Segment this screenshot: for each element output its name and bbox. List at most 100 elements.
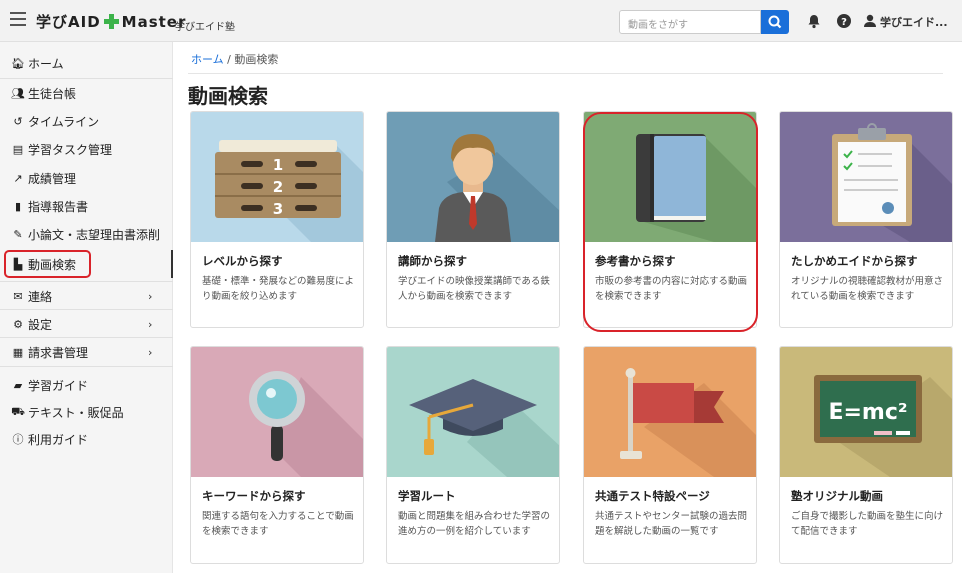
sidebar-item-invoices[interactable]: ▦ 請求書管理 ›: [10, 342, 153, 362]
card-learning-route[interactable]: 学習ルート 動画と問題集を組み合わせた学習の進め方の一例を紹介しています: [386, 346, 560, 564]
blackboard-text: E=mc²: [828, 400, 907, 425]
user-name[interactable]: 学びエイド...: [880, 14, 948, 30]
sidebar-item-label: 成績管理: [28, 171, 77, 186]
user-icon[interactable]: [862, 13, 878, 29]
svg-text:3: 3: [273, 200, 283, 218]
book-open-icon: ▰: [13, 378, 23, 392]
home-icon: 🏠︎: [11, 56, 25, 70]
brand-name: 学びAID: [36, 13, 101, 31]
card-teacher[interactable]: 講師から探す 学びエイドの映像授業講師である鉄人から動画を検索できます: [386, 111, 560, 328]
sidebar-item-label: 利用ガイド: [28, 432, 89, 447]
sidebar-item-label: 学習タスク管理: [28, 142, 113, 157]
sidebar-item-grades[interactable]: ↗ 成績管理: [10, 168, 76, 188]
card-title: たしかめエイドから探す: [791, 254, 918, 268]
sidebar-item-label: 小論文・志望理由書添削: [28, 227, 161, 242]
card-description: 学びエイドの映像授業講師である鉄人から動画を検索できます: [398, 276, 550, 302]
sidebar-item-label: テキスト・販促品: [28, 405, 124, 420]
clipboard-icon: ▤: [12, 142, 24, 156]
divider: [0, 309, 173, 310]
highlight-box: [4, 250, 91, 278]
flag-icon: [584, 347, 756, 477]
user-cog-icon: ⚙: [13, 317, 23, 331]
card-original-video[interactable]: E=mc² 塾オリジナル動画 ご自身で撮影した動画を塾生に向けて配信できます: [779, 346, 953, 564]
pen-icon: ✎: [13, 227, 23, 241]
clipboard-check-icon: [780, 112, 952, 242]
magnifier-icon: [191, 347, 363, 477]
sidebar-item-label: 指導報告書: [28, 199, 89, 214]
card-description: 動画と問題集を組み合わせた学習の進め方の一例を紹介しています: [398, 511, 551, 537]
active-indicator: [171, 250, 173, 278]
sidebar-item-usage-guide[interactable]: ⓘ 利用ガイド: [10, 429, 89, 449]
users-icon: 👥︎: [11, 86, 25, 100]
divider: [0, 337, 173, 338]
graduation-cap-icon: [387, 347, 559, 477]
highlight-box: [583, 112, 758, 332]
sidebar-item-label: タイムライン: [28, 114, 100, 129]
svg-text:2: 2: [273, 178, 283, 196]
info-icon: ⓘ: [12, 433, 24, 446]
card-keyword[interactable]: キーワードから探す 関連する語句を入力することで動画を検索できます: [190, 346, 364, 564]
sidebar-item-texts[interactable]: ⛟ テキスト・販促品: [10, 402, 124, 422]
card-title: 講師から探す: [398, 254, 467, 268]
card-tashikame-aid[interactable]: たしかめエイドから探す オリジナルの視聴確認教材が用意されている動画を検索できま…: [779, 111, 953, 328]
chart-icon: ↗: [13, 171, 23, 185]
history-icon: ↺: [13, 114, 23, 128]
sidebar-item-students[interactable]: 👥︎ 生徒台帳: [10, 83, 76, 103]
top-bar: 学びAID Master 学びエイド塾 動画をさがす ? 学びエイド...: [0, 0, 962, 42]
teacher-icon: [387, 112, 559, 242]
brand-logo[interactable]: 学びAID Master: [36, 11, 186, 33]
level-steps-icon: 1 2 3: [191, 112, 363, 242]
search-icon: [768, 15, 782, 29]
menu-icon[interactable]: [10, 12, 26, 26]
divider: [0, 281, 173, 282]
sidebar-item-tasks[interactable]: ▤ 学習タスク管理: [10, 139, 112, 159]
breadcrumb-separator: /: [227, 53, 231, 66]
search-input[interactable]: 動画をさがす: [619, 10, 761, 34]
sidebar-item-label: 生徒台帳: [28, 86, 77, 101]
svg-text:?: ?: [841, 17, 847, 28]
chevron-right-icon: ›: [148, 317, 153, 331]
card-description: 関連する語句を入力することで動画を検索できます: [202, 511, 354, 537]
breadcrumb-home[interactable]: ホーム: [191, 53, 224, 66]
invoice-icon: ▦: [12, 345, 24, 359]
divider: [0, 78, 173, 79]
sidebar-item-timeline[interactable]: ↺ タイムライン: [10, 111, 99, 131]
sidebar-item-essay[interactable]: ✎ 小論文・志望理由書添削: [10, 224, 160, 244]
divider: [188, 73, 943, 74]
card-common-test[interactable]: 共通テスト特設ページ 共通テストやセンター試験の過去問題を解説した動画の一覧です: [583, 346, 757, 564]
chevron-right-icon: ›: [148, 289, 153, 303]
sidebar-item-label: 請求書管理: [28, 345, 89, 360]
sidebar-item-label: 設定: [28, 317, 53, 332]
card-description: 共通テストやセンター試験の過去問題を解説した動画の一覧です: [595, 511, 748, 537]
school-name: 学びエイド塾: [175, 22, 235, 33]
message-icon: ✉: [13, 289, 23, 303]
cart-icon: ⛟: [11, 404, 25, 418]
sidebar-item-label: 連絡: [28, 289, 53, 304]
card-description: 基礎・標準・発展などの難易度により動画を絞り込めます: [202, 276, 355, 302]
sidebar-item-guide[interactable]: ▰ 学習ガイド: [10, 375, 88, 395]
card-description: オリジナルの視聴確認教材が用意されている動画を検索できます: [791, 276, 944, 302]
card-level[interactable]: 1 2 3 レベルから探す 基礎・標準・発展などの難易度により動画を絞り込めます: [190, 111, 364, 328]
plus-icon: [103, 14, 119, 33]
divider: [0, 366, 173, 367]
sidebar-item-label: ホーム: [28, 56, 64, 71]
search-button[interactable]: [761, 10, 789, 34]
sidebar-item-label: 学習ガイド: [28, 378, 89, 393]
file-icon: ▮: [14, 199, 22, 213]
svg-text:1: 1: [273, 156, 283, 174]
page-title: 動画検索: [188, 84, 268, 108]
sidebar-item-settings[interactable]: ⚙ 設定 ›: [10, 314, 152, 334]
card-description: ご自身で撮影した動画を塾生に向けて配信できます: [791, 511, 944, 537]
help-icon[interactable]: ?: [836, 13, 852, 29]
blackboard-icon: E=mc²: [780, 347, 952, 477]
sidebar-item-contact[interactable]: ✉ 連絡 ›: [10, 286, 152, 306]
card-title: キーワードから探す: [202, 489, 306, 503]
card-title: 学習ルート: [398, 489, 456, 503]
card-title: レベルから探す: [202, 254, 283, 268]
sidebar-item-home[interactable]: 🏠︎ ホーム: [10, 53, 64, 73]
bell-icon[interactable]: [806, 13, 822, 29]
sidebar-item-reports[interactable]: ▮ 指導報告書: [10, 196, 88, 216]
card-title: 塾オリジナル動画: [791, 489, 883, 503]
breadcrumb: ホーム / 動画検索: [191, 51, 278, 67]
chevron-right-icon: ›: [148, 345, 153, 359]
